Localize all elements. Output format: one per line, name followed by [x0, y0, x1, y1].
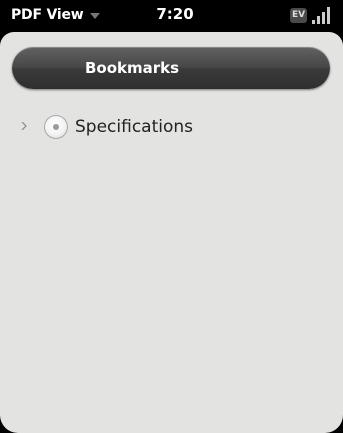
chevron-down-icon — [89, 13, 100, 19]
bookmarks-header: Bookmarks — [12, 47, 330, 89]
bookmarks-card: Bookmarks Specifications — [0, 32, 343, 433]
bookmark-icon — [44, 115, 68, 139]
status-clock: 7:20 — [156, 5, 194, 23]
bookmark-list: Specifications — [0, 112, 343, 144]
ev-network-icon: EV — [290, 8, 307, 23]
bookmark-label: Specifications — [75, 117, 194, 137]
app-menu-label: PDF View — [11, 7, 84, 23]
page-title: Bookmarks — [85, 59, 180, 77]
status-bar: PDF View 7:20 EV — [0, 0, 343, 32]
bookmark-item[interactable]: Specifications — [0, 112, 343, 144]
expand-arrow-icon[interactable] — [21, 122, 27, 130]
signal-strength-icon — [311, 6, 333, 24]
app-menu-button[interactable]: PDF View — [11, 5, 100, 25]
